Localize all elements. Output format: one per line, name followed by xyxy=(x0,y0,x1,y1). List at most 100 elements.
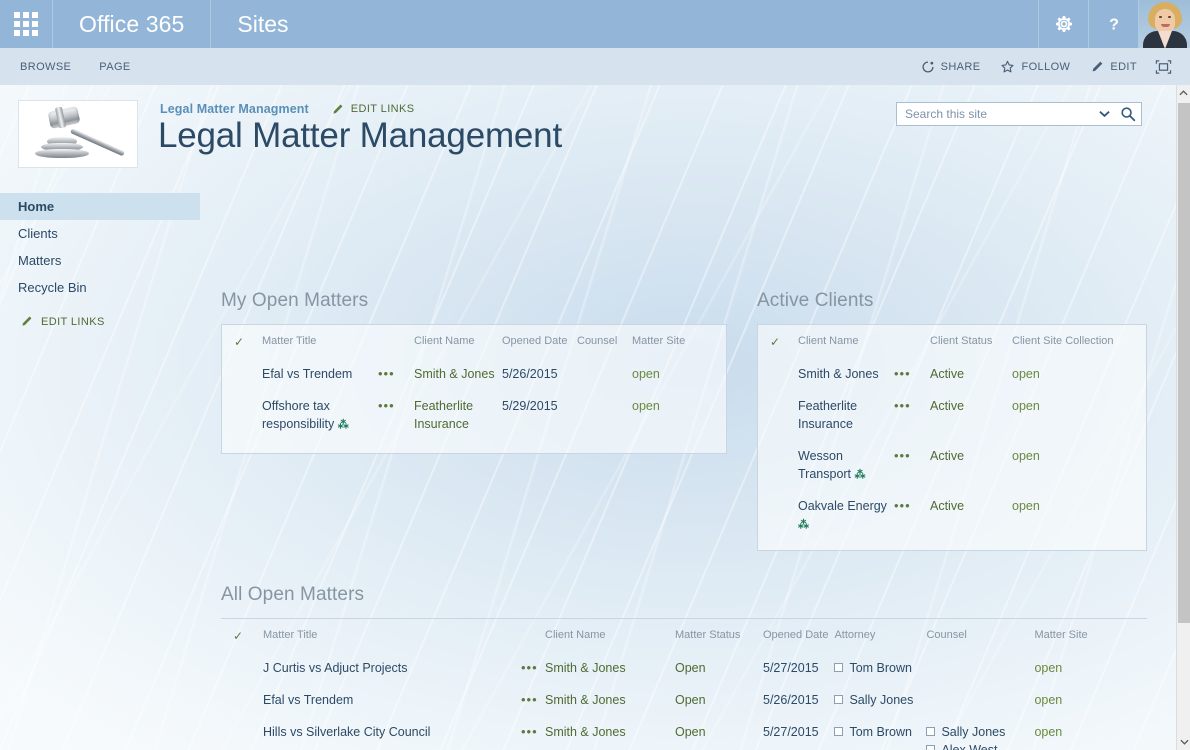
matter-title-link[interactable]: Offshore tax responsibility xyxy=(262,399,334,431)
column-header-client-name[interactable]: Client Name xyxy=(545,619,675,652)
row-menu-ellipsis[interactable]: ••• xyxy=(894,398,911,413)
matter-title-link[interactable]: Efal vs Trendem xyxy=(263,693,353,707)
table-row[interactable]: Smith & Jones ••• Active open xyxy=(758,358,1146,390)
person-entry[interactable]: Tom Brown xyxy=(834,659,920,677)
site-logo[interactable] xyxy=(18,100,138,168)
client-name-link[interactable]: Featherlite Insurance xyxy=(798,399,857,431)
sidebar-item-home[interactable]: Home xyxy=(0,193,200,220)
table-row[interactable]: Hills vs Silverlake City Council ••• Smi… xyxy=(221,716,1147,750)
follow-button[interactable]: FOLLOW xyxy=(992,56,1078,78)
matter-title-link[interactable]: Hills vs Silverlake City Council xyxy=(263,725,430,739)
client-name-link[interactable]: Smith & Jones xyxy=(545,661,626,675)
edit-links-top-button[interactable]: EDIT LINKS xyxy=(331,103,415,116)
table-row[interactable]: Offshore tax responsibility ⁂ ••• Feathe… xyxy=(222,390,726,440)
row-select-checkbox[interactable] xyxy=(222,390,262,440)
column-header-matter-site[interactable]: Matter Site xyxy=(632,325,726,358)
row-select-checkbox[interactable] xyxy=(758,390,798,440)
edit-page-button[interactable]: EDIT xyxy=(1082,56,1145,78)
scroll-up-button[interactable] xyxy=(1177,85,1190,101)
tab-page[interactable]: PAGE xyxy=(97,57,132,77)
row-menu-ellipsis[interactable]: ••• xyxy=(378,366,395,381)
row-select-checkbox[interactable] xyxy=(221,716,263,750)
person-entry[interactable]: Tom Brown xyxy=(834,723,920,741)
person-name[interactable]: Sally Jones xyxy=(849,691,913,709)
person-entry[interactable]: Sally Jones xyxy=(926,723,1028,741)
person-entry[interactable]: Sally Jones xyxy=(834,691,920,709)
client-name-link[interactable]: Oakvale Energy xyxy=(798,499,887,513)
row-menu-ellipsis[interactable]: ••• xyxy=(894,498,911,513)
help-button[interactable]: ? xyxy=(1088,0,1138,48)
matter-site-link[interactable]: open xyxy=(632,367,660,381)
search-input[interactable] xyxy=(897,103,1093,125)
row-menu-ellipsis[interactable]: ••• xyxy=(894,448,911,463)
matter-site-link[interactable]: open xyxy=(1034,725,1062,739)
matter-title-link[interactable]: J Curtis vs Adjuct Projects xyxy=(263,661,408,675)
settings-button[interactable] xyxy=(1038,0,1088,48)
column-header-counsel[interactable]: Counsel xyxy=(926,619,1034,652)
sidebar-item-clients[interactable]: Clients xyxy=(0,220,200,247)
column-header-client-name[interactable]: Client Name xyxy=(414,325,502,358)
select-all-column-header[interactable]: ✓ xyxy=(758,325,798,358)
office365-brand-link[interactable]: Office 365 xyxy=(53,0,212,48)
row-select-checkbox[interactable] xyxy=(221,684,263,716)
edit-links-nav-button[interactable]: EDIT LINKS xyxy=(0,315,200,328)
table-row[interactable]: Efal vs Trendem ••• Smith & Jones Open 5… xyxy=(221,684,1147,716)
person-name[interactable]: Sally Jones xyxy=(941,723,1005,741)
column-header-client-site-collection[interactable]: Client Site Collection xyxy=(1012,325,1146,358)
column-header-client-status[interactable]: Client Status xyxy=(930,325,1012,358)
column-header-client-name[interactable]: Client Name xyxy=(798,325,894,358)
matter-site-link[interactable]: open xyxy=(1034,693,1062,707)
row-menu-ellipsis[interactable]: ••• xyxy=(521,724,538,739)
person-name[interactable]: Tom Brown xyxy=(849,659,912,677)
table-row[interactable]: Efal vs Trendem ••• Smith & Jones 5/26/2… xyxy=(222,358,726,390)
row-select-checkbox[interactable] xyxy=(222,358,262,390)
column-header-counsel[interactable]: Counsel xyxy=(577,325,632,358)
scroll-thumb[interactable] xyxy=(1178,103,1190,623)
column-header-matter-site[interactable]: Matter Site xyxy=(1034,619,1147,652)
table-row[interactable]: Oakvale Energy ⁂ ••• Active open xyxy=(758,490,1146,540)
page-scrollbar[interactable] xyxy=(1176,85,1190,750)
sites-link[interactable]: Sites xyxy=(211,0,314,48)
select-all-column-header[interactable]: ✓ xyxy=(221,619,263,652)
person-entry[interactable]: Alex West xyxy=(926,741,1028,750)
tab-browse[interactable]: BROWSE xyxy=(18,57,73,77)
person-name[interactable]: Tom Brown xyxy=(849,723,912,741)
row-menu-ellipsis[interactable]: ••• xyxy=(894,366,911,381)
app-launcher-button[interactable] xyxy=(0,0,53,48)
client-name-link[interactable]: Smith & Jones xyxy=(545,693,626,707)
row-select-checkbox[interactable] xyxy=(758,490,798,540)
search-button[interactable] xyxy=(1115,106,1141,122)
client-name-link[interactable]: Featherlite Insurance xyxy=(414,399,473,431)
table-row[interactable]: Wesson Transport ⁂ ••• Active open xyxy=(758,440,1146,490)
client-name-link[interactable]: Smith & Jones xyxy=(798,367,879,381)
matter-title-link[interactable]: Efal vs Trendem xyxy=(262,367,352,381)
client-site-link[interactable]: open xyxy=(1012,399,1040,413)
client-site-link[interactable]: open xyxy=(1012,367,1040,381)
select-all-column-header[interactable]: ✓ xyxy=(222,325,262,358)
row-select-checkbox[interactable] xyxy=(758,440,798,490)
focus-on-content-button[interactable] xyxy=(1149,55,1178,79)
person-name[interactable]: Alex West xyxy=(941,741,997,750)
column-header-opened-date[interactable]: Opened Date xyxy=(763,619,834,652)
sidebar-item-recycle-bin[interactable]: Recycle Bin xyxy=(0,274,200,301)
matter-site-link[interactable]: open xyxy=(632,399,660,413)
client-name-link[interactable]: Wesson Transport xyxy=(798,449,851,481)
row-menu-ellipsis[interactable]: ••• xyxy=(378,398,395,413)
avatar[interactable] xyxy=(1138,0,1190,48)
column-header-opened-date[interactable]: Opened Date xyxy=(502,325,577,358)
client-name-link[interactable]: Smith & Jones xyxy=(545,725,626,739)
table-row[interactable]: Featherlite Insurance ••• Active open xyxy=(758,390,1146,440)
scroll-down-button[interactable] xyxy=(1177,734,1190,750)
column-header-matter-title[interactable]: Matter Title xyxy=(263,619,521,652)
client-site-link[interactable]: open xyxy=(1012,499,1040,513)
client-site-link[interactable]: open xyxy=(1012,449,1040,463)
share-button[interactable]: SHARE xyxy=(913,56,989,78)
search-scope-dropdown[interactable] xyxy=(1093,110,1115,118)
row-menu-ellipsis[interactable]: ••• xyxy=(521,692,538,707)
breadcrumb[interactable]: Legal Matter Managment xyxy=(160,102,309,116)
matter-site-link[interactable]: open xyxy=(1034,661,1062,675)
column-header-attorney[interactable]: Attorney xyxy=(834,619,926,652)
client-name-link[interactable]: Smith & Jones xyxy=(414,367,495,381)
row-select-checkbox[interactable] xyxy=(758,358,798,390)
sidebar-item-matters[interactable]: Matters xyxy=(0,247,200,274)
